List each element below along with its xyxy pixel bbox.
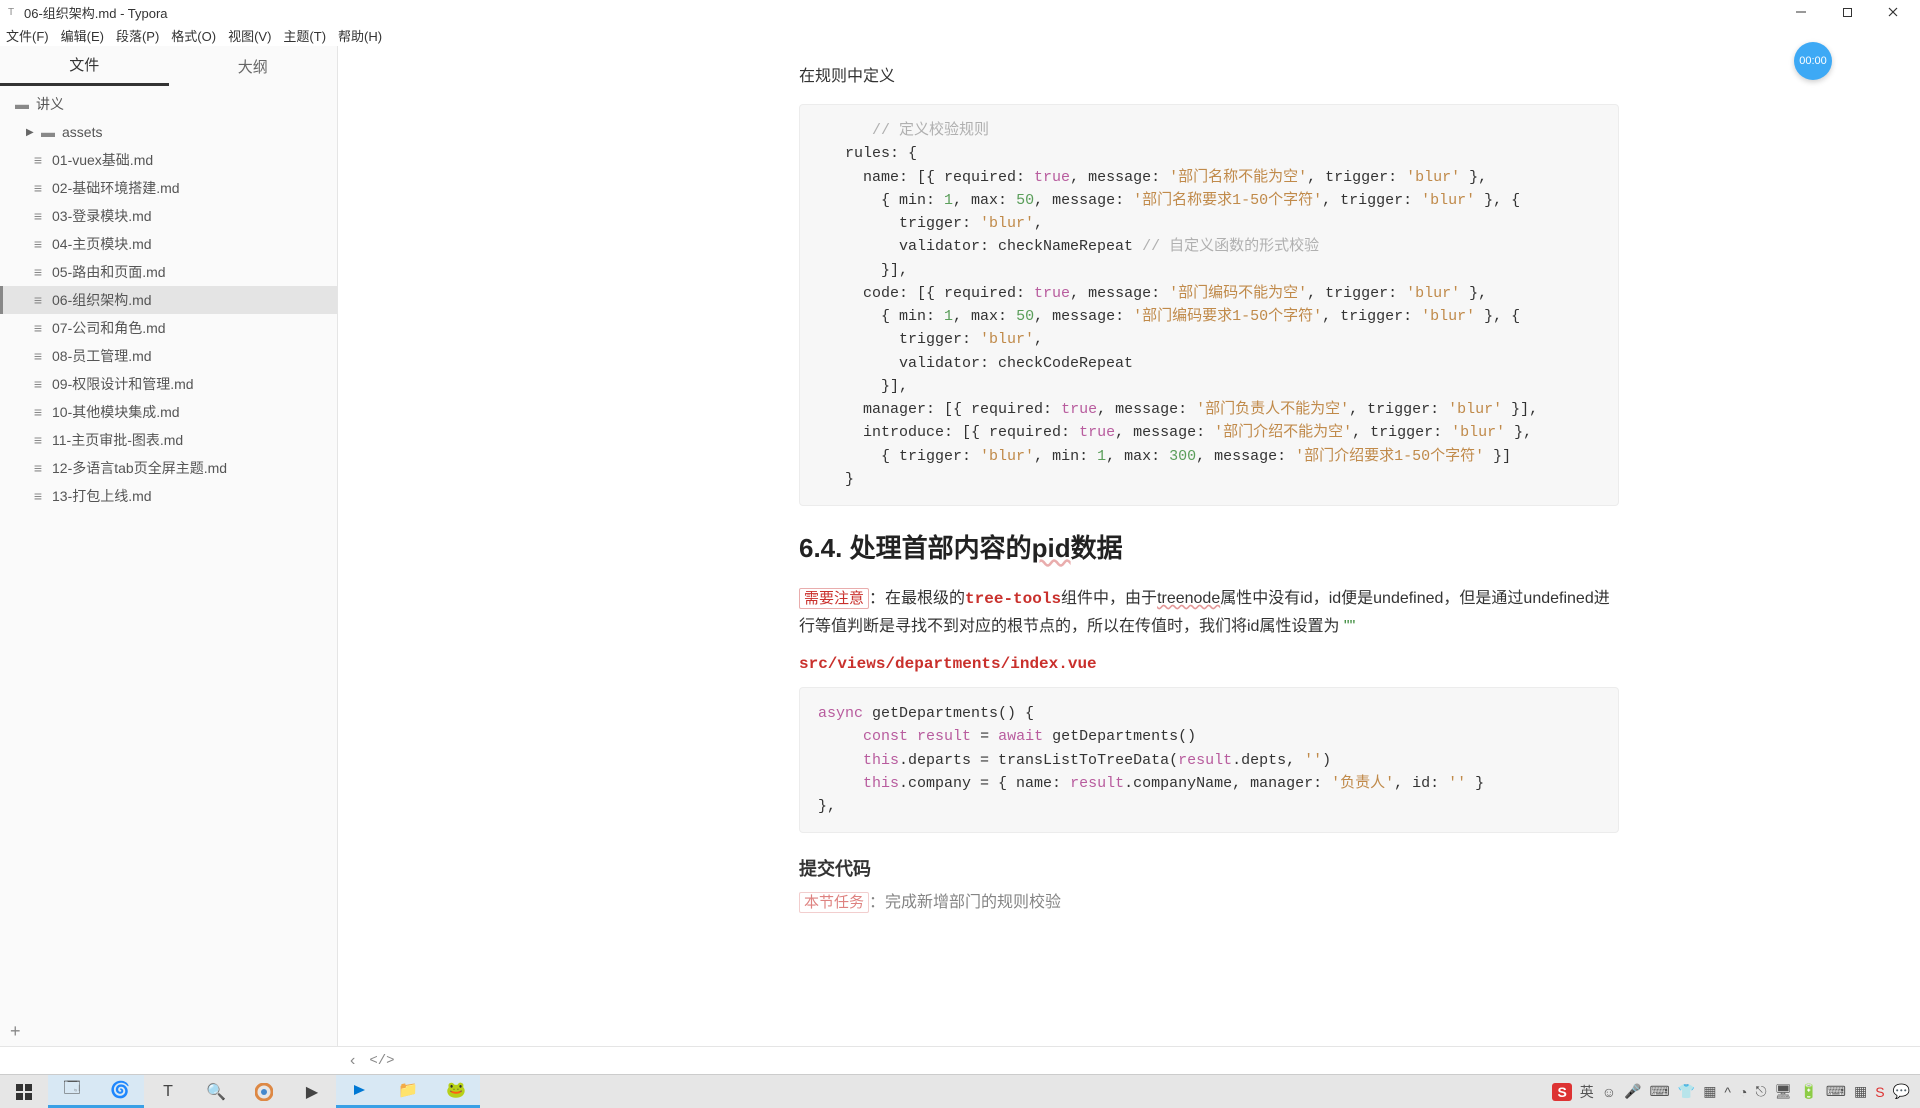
file-item[interactable]: ≡ 02-基础环境搭建.md [0,174,337,202]
chevron-right-icon: ▶ [26,127,38,138]
file-item[interactable]: ≡ 10-其他模块集成.md [0,398,337,426]
sidebar-tabs: 文件 大纲 [0,46,337,86]
folder-icon: ▬ [14,96,30,112]
menu-view[interactable]: 视图(V) [228,26,271,45]
menubar: 文件(F) 编辑(E) 段落(P) 格式(O) 视图(V) 主题(T) 帮助(H… [0,24,1920,46]
file-icon: ≡ [30,320,46,336]
tray-chevron-icon[interactable]: ^ [1724,1084,1731,1100]
tab-files[interactable]: 文件 [0,46,169,86]
sidebar-footer: + [0,1016,337,1046]
file-icon: ≡ [30,432,46,448]
file-label: 05-路由和页面.md [52,262,166,282]
back-icon[interactable]: ‹ [350,1052,355,1070]
menu-format[interactable]: 格式(O) [171,26,216,45]
file-item[interactable]: ≡ 08-员工管理.md [0,342,337,370]
file-icon: ≡ [30,236,46,252]
timer-badge[interactable]: 00:00 [1794,42,1832,80]
tray-icon[interactable]: 🔋 [1800,1083,1817,1100]
file-icon: ≡ [30,152,46,168]
code-block-getdepts[interactable]: async getDepartments() { const result = … [799,687,1619,833]
file-label: 13-打包上线.md [52,486,152,506]
close-button[interactable] [1870,0,1916,24]
sub-heading: 提交代码 [799,855,1619,881]
file-icon: ≡ [30,460,46,476]
file-label: 11-主页审批-图表.md [52,430,183,450]
task-paragraph: 本节任务：完成新增部门的规则校验 [799,889,1619,917]
menu-paragraph[interactable]: 段落(P) [116,26,159,45]
file-item-active[interactable]: ≡ 06-组织架构.md [0,286,337,314]
sidebar: 文件 大纲 ▬ 讲义 ▶ ▬ assets ≡ 01-vuex基础.md ≡ 02-… [0,46,338,1046]
folder-icon: ▬ [40,124,56,140]
file-item[interactable]: ≡ 03-登录模块.md [0,202,337,230]
ime-lang[interactable]: 英 [1580,1082,1594,1102]
file-label: 08-员工管理.md [52,346,152,366]
maximize-button[interactable] [1824,0,1870,24]
file-icon: ≡ [30,404,46,420]
file-item[interactable]: ≡ 09-权限设计和管理.md [0,370,337,398]
editor-area[interactable]: 在规则中定义 // 定义校验规则 rules: { name: [{ requi… [338,46,1920,1046]
file-label: 07-公司和角色.md [52,318,166,338]
tray-icon[interactable]: ◔ [1739,1084,1747,1100]
file-item[interactable]: ≡ 05-路由和页面.md [0,258,337,286]
tree-root[interactable]: ▬ 讲义 [0,90,337,118]
intro-line: 在规则中定义 [799,62,1619,86]
file-icon: ≡ [30,180,46,196]
source-toggle-icon[interactable]: </> [369,1053,394,1069]
file-icon: ≡ [30,348,46,364]
file-icon: ≡ [30,488,46,504]
task-label: 本节任务 [799,892,869,913]
tray-icon[interactable]: 💬 [1893,1083,1910,1100]
tray-icon[interactable]: 🖥 [1775,1083,1793,1100]
file-item[interactable]: ≡ 04-主页模块.md [0,230,337,258]
file-item[interactable]: ≡ 11-主页审批-图表.md [0,426,337,454]
ime-icon[interactable]: S [1552,1083,1571,1101]
app-icon: T [4,5,18,19]
file-icon: ≡ [30,376,46,392]
window-title: 06-组织架构.md - Typora [24,3,168,22]
tray-icon[interactable]: ⌨ [1650,1083,1670,1100]
file-label: 02-基础环境搭建.md [52,178,180,198]
file-label: 06-组织架构.md [52,290,152,310]
tray-icon[interactable]: ☺ [1602,1084,1616,1100]
code-block-rules[interactable]: // 定义校验规则 rules: { name: [{ required: tr… [799,104,1619,506]
tray-icon[interactable]: S [1875,1084,1884,1100]
file-label: 01-vuex基础.md [52,150,153,170]
file-icon: ≡ [30,208,46,224]
menu-file[interactable]: 文件(F) [6,26,49,45]
tray-icon[interactable]: ▦ [1703,1083,1716,1100]
file-label: 04-主页模块.md [52,234,152,254]
file-item[interactable]: ≡ 01-vuex基础.md [0,146,337,174]
tray-icon[interactable]: ⎋ [1755,1083,1766,1100]
add-icon[interactable]: + [10,1021,21,1042]
tray-icon[interactable]: 🎤 [1624,1083,1641,1100]
menu-theme[interactable]: 主题(T) [283,26,326,45]
file-tree: ▬ 讲义 ▶ ▬ assets ≡ 01-vuex基础.md ≡ 02-基础环境搭建… [0,86,337,1016]
file-item[interactable]: ≡ 13-打包上线.md [0,482,337,510]
file-label: 03-登录模块.md [52,206,152,226]
file-label: 10-其他模块集成.md [52,402,180,422]
file-label: 09-权限设计和管理.md [52,374,194,394]
file-item[interactable]: ≡ 07-公司和角色.md [0,314,337,342]
tray-icon[interactable]: ▦ [1854,1083,1867,1100]
file-icon: ≡ [30,264,46,280]
file-icon: ≡ [30,292,46,308]
source-path: src/views/departments/index.vue [799,655,1619,673]
taskbar: 🗔 🌀 T 🔍 ▶ 📁 🐸 S 英 ☺ 🎤 ⌨ 👕 ▦ ^ ◔ ⎋ 🖥 🔋 ⌨ … [0,1074,1920,1108]
file-label: 12-多语言tab页全屏主题.md [52,458,227,478]
section-heading: 6.4. 处理首部内容的pid数据 [799,528,1619,565]
statusbar: ‹ </> [0,1046,1920,1074]
menu-help[interactable]: 帮助(H) [338,26,382,45]
menu-edit[interactable]: 编辑(E) [61,26,104,45]
minimize-button[interactable] [1778,0,1824,24]
tray-icon[interactable]: ⌨ [1826,1083,1846,1100]
note-label: 需要注意 [799,588,869,609]
titlebar: T 06-组织架构.md - Typora [0,0,1920,24]
file-item[interactable]: ≡ 12-多语言tab页全屏主题.md [0,454,337,482]
tree-label: assets [62,124,102,140]
tab-outline[interactable]: 大纲 [169,48,338,85]
tray-icon[interactable]: 👕 [1678,1083,1695,1100]
tree-folder[interactable]: ▶ ▬ assets [0,118,337,146]
tree-label: 讲义 [36,94,64,114]
note-paragraph: 需要注意：在最根级的tree-tools组件中，由于treenode属性中没有i… [799,585,1619,641]
